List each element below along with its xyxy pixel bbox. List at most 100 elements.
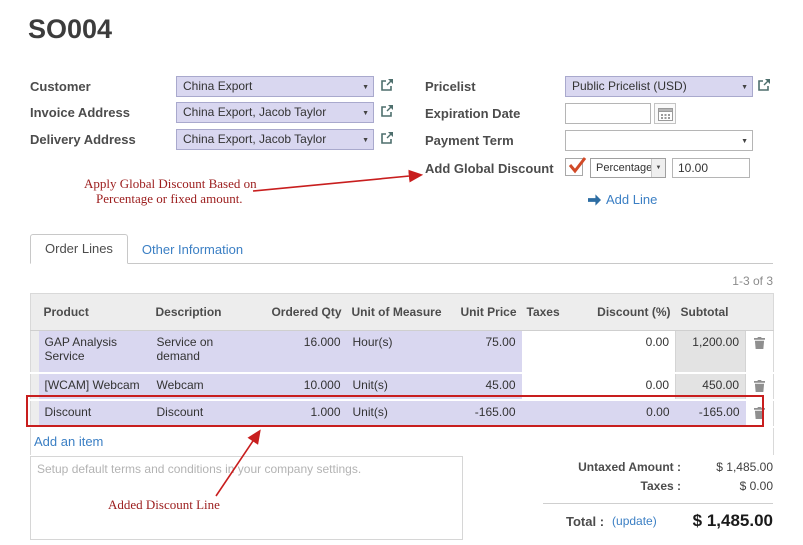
cell-product[interactable]: [WCAM] Webcam <box>39 373 151 400</box>
row-drag-handle[interactable] <box>31 400 39 427</box>
table-row: GAP Analysis Service Service on demand 1… <box>31 331 774 373</box>
annotation-global-discount: Apply Global Discount Based on Percentag… <box>84 176 257 206</box>
arrow-right-icon <box>588 194 601 206</box>
payment-term-label: Payment Term <box>425 133 514 148</box>
cell-ordered-qty[interactable]: 1.000 <box>259 400 347 427</box>
expiration-date-input[interactable] <box>565 103 651 124</box>
pricelist-select[interactable]: Public Pricelist (USD) ▼ <box>565 76 753 97</box>
expiration-date-label: Expiration Date <box>425 106 520 121</box>
cell-uom[interactable]: Unit(s) <box>347 373 447 400</box>
taxes-label: Taxes : <box>641 479 681 493</box>
cell-description[interactable]: Service on demand <box>151 331 259 373</box>
col-header-ordered-qty[interactable]: Ordered Qty <box>259 294 347 331</box>
cell-subtotal: 1,200.00 <box>676 331 746 373</box>
cell-discount[interactable]: 0.00 <box>576 373 676 400</box>
annotation-arrow-global-discount <box>253 175 420 191</box>
payment-term-select[interactable]: ▼ <box>565 130 753 151</box>
cell-ordered-qty[interactable]: 10.000 <box>259 373 347 400</box>
totals-divider <box>543 503 773 504</box>
untaxed-amount-label: Untaxed Amount : <box>578 460 681 474</box>
delete-row-button[interactable] <box>746 400 774 427</box>
page-title: SO004 <box>28 14 112 45</box>
chevron-down-icon[interactable]: ▼ <box>362 131 369 150</box>
delivery-address-label: Delivery Address <box>30 132 136 147</box>
customer-label: Customer <box>30 79 91 94</box>
discount-amount-input[interactable] <box>672 158 750 178</box>
table-row: [WCAM] Webcam Webcam 10.000 Unit(s) 45.0… <box>31 373 774 400</box>
chevron-down-icon[interactable]: ▼ <box>651 159 665 177</box>
row-drag-handle[interactable] <box>31 373 39 400</box>
trash-icon <box>754 380 765 392</box>
cell-uom[interactable]: Hour(s) <box>347 331 447 373</box>
cell-unit-price[interactable]: 75.00 <box>447 331 522 373</box>
chevron-down-icon[interactable]: ▼ <box>741 78 748 97</box>
add-an-item-link[interactable]: Add an item <box>34 434 103 449</box>
customer-select[interactable]: China Export ▼ <box>176 76 374 97</box>
add-line-label: Add Line <box>606 192 657 207</box>
external-link-icon[interactable] <box>757 78 771 97</box>
chevron-down-icon[interactable]: ▼ <box>362 104 369 123</box>
pricelist-value: Public Pricelist (USD) <box>572 79 687 93</box>
cell-description[interactable]: Webcam <box>151 373 259 400</box>
chevron-down-icon[interactable]: ▼ <box>362 78 369 97</box>
col-header-product[interactable]: Product <box>39 294 151 331</box>
total-value: $ 1,485.00 <box>693 511 773 531</box>
total-label: Total : <box>566 514 604 529</box>
pager: 1-3 of 3 <box>732 274 773 288</box>
add-global-discount-label: Add Global Discount <box>425 161 554 176</box>
cell-subtotal: 450.00 <box>676 373 746 400</box>
col-header-discount[interactable]: Discount (%) <box>576 294 676 331</box>
tab-other-information[interactable]: Other Information <box>128 236 257 264</box>
tab-order-lines[interactable]: Order Lines <box>30 234 128 264</box>
discount-mode-select[interactable]: Percentage ▼ <box>590 158 666 178</box>
delivery-address-select[interactable]: China Export, Jacob Taylor ▼ <box>176 129 374 150</box>
taxes-value: $ 0.00 <box>681 479 773 493</box>
cell-subtotal: -165.00 <box>676 400 746 427</box>
total-row: Total : (update) $ 1,485.00 <box>508 511 773 531</box>
cell-ordered-qty[interactable]: 16.000 <box>259 331 347 373</box>
invoice-address-select[interactable]: China Export, Jacob Taylor ▼ <box>176 102 374 123</box>
col-header-description[interactable]: Description <box>151 294 259 331</box>
invoice-address-value: China Export, Jacob Taylor <box>183 105 326 119</box>
col-header-taxes[interactable]: Taxes <box>522 294 576 331</box>
terms-conditions-textarea[interactable] <box>30 456 463 540</box>
cell-discount[interactable]: 0.00 <box>576 331 676 373</box>
cell-unit-price[interactable]: 45.00 <box>447 373 522 400</box>
external-link-icon[interactable] <box>380 78 394 97</box>
customer-value: China Export <box>183 79 252 93</box>
delete-row-button[interactable] <box>746 331 774 373</box>
external-link-icon[interactable] <box>380 104 394 123</box>
cell-unit-price[interactable]: -165.00 <box>447 400 522 427</box>
cell-description[interactable]: Discount <box>151 400 259 427</box>
taxes-row: Taxes : $ 0.00 <box>508 479 773 493</box>
totals-summary: Untaxed Amount : $ 1,485.00 Taxes : $ 0.… <box>508 460 773 531</box>
add-line-link[interactable]: Add Line <box>588 192 657 207</box>
delivery-address-value: China Export, Jacob Taylor <box>183 132 326 146</box>
notebook-tabs: Order Lines Other Information <box>30 236 773 264</box>
invoice-address-label: Invoice Address <box>30 105 130 120</box>
trash-icon <box>754 407 765 419</box>
delete-row-button[interactable] <box>746 373 774 400</box>
cell-discount[interactable]: 0.00 <box>576 400 676 427</box>
untaxed-amount-value: $ 1,485.00 <box>681 460 773 474</box>
chevron-down-icon[interactable]: ▼ <box>741 132 748 151</box>
row-drag-handle[interactable] <box>31 331 39 373</box>
cell-taxes[interactable] <box>522 373 576 400</box>
col-header-uom[interactable]: Unit of Measure <box>347 294 447 331</box>
check-icon <box>567 156 587 174</box>
cell-taxes[interactable] <box>522 400 576 427</box>
cell-product[interactable]: GAP Analysis Service <box>39 331 151 373</box>
cell-product[interactable]: Discount <box>39 400 151 427</box>
table-header-row: Product Description Ordered Qty Unit of … <box>31 294 774 331</box>
update-link[interactable]: (update) <box>612 514 657 528</box>
add-item-row: Add an item <box>31 427 774 456</box>
trash-icon <box>754 337 765 349</box>
external-link-icon[interactable] <box>380 131 394 150</box>
col-header-subtotal[interactable]: Subtotal <box>676 294 746 331</box>
calendar-icon[interactable] <box>654 103 676 124</box>
discount-mode-value: Percentage <box>596 162 652 174</box>
global-discount-checkbox[interactable] <box>565 158 583 176</box>
cell-uom[interactable]: Unit(s) <box>347 400 447 427</box>
col-header-unit-price[interactable]: Unit Price <box>447 294 522 331</box>
cell-taxes[interactable] <box>522 331 576 373</box>
